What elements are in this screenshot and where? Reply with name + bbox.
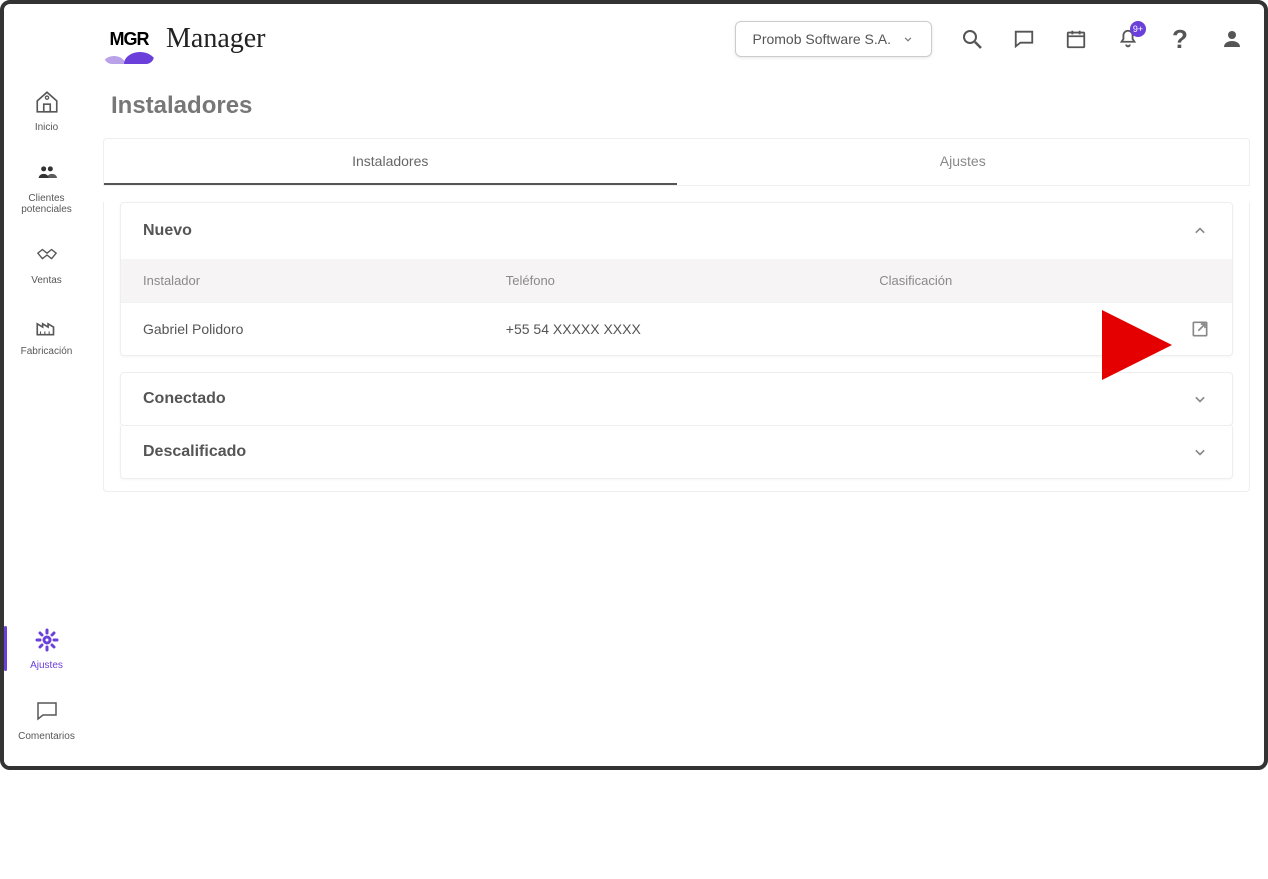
calendar-icon[interactable]	[1064, 27, 1088, 51]
section-descalificado-header[interactable]: Descalificado	[121, 426, 1232, 478]
sidebar-item-label: Inicio	[35, 122, 58, 133]
sidebar: Inicio Clientes potenciales Ventas Fabri…	[4, 74, 89, 766]
section-title: Nuevo	[143, 222, 192, 240]
search-icon[interactable]	[960, 27, 984, 51]
factory-icon	[33, 312, 61, 340]
col-phone: Teléfono	[506, 273, 879, 288]
page-title: Instaladores	[111, 92, 1250, 120]
tab-instaladores[interactable]: Instaladores	[104, 139, 677, 185]
chat-icon[interactable]	[1012, 27, 1036, 51]
sidebar-item-label: Ventas	[31, 275, 62, 286]
sidebar-item-clientes[interactable]: Clientes potenciales	[4, 155, 89, 219]
table-header: Instalador Teléfono Clasificación	[121, 259, 1232, 302]
section-nuevo-header[interactable]: Nuevo	[121, 203, 1232, 259]
sidebar-item-inicio[interactable]: Inicio	[4, 84, 89, 137]
leads-icon	[33, 159, 61, 187]
app-logo: MGR	[104, 14, 154, 64]
section-title: Descalificado	[143, 443, 246, 461]
section-descalificado: Descalificado	[120, 426, 1233, 479]
profile-icon[interactable]	[1220, 27, 1244, 51]
company-selector[interactable]: Promob Software S.A.	[735, 21, 932, 57]
company-label: Promob Software S.A.	[752, 31, 891, 47]
main-content: Instaladores Instaladores Ajustes Nuevo …	[89, 74, 1264, 766]
app-frame: MGR Manager Promob Software S.A.	[0, 0, 1268, 770]
section-conectado: Conectado	[120, 372, 1233, 426]
handshake-icon	[33, 241, 61, 269]
open-external-icon[interactable]	[1190, 319, 1210, 339]
section-title: Conectado	[143, 390, 226, 408]
sidebar-item-label: Fabricación	[21, 346, 73, 357]
notification-badge: 9+	[1130, 21, 1146, 37]
help-icon[interactable]: ?	[1168, 27, 1192, 51]
cell-phone: +55 54 XXXXX XXXX	[506, 321, 879, 337]
comments-icon	[33, 697, 61, 725]
section-conectado-header[interactable]: Conectado	[121, 373, 1232, 425]
col-installer: Instalador	[143, 273, 506, 288]
sidebar-item-comentarios[interactable]: Comentarios	[4, 693, 89, 746]
section-nuevo: Nuevo Instalador Teléfono Clasificación …	[120, 202, 1233, 356]
tabs: Instaladores Ajustes	[103, 138, 1250, 186]
chevron-down-icon	[901, 32, 915, 46]
sidebar-item-ajustes[interactable]: Ajustes	[4, 622, 89, 675]
app-title: Manager	[166, 23, 266, 55]
home-icon	[33, 88, 61, 116]
chevron-down-icon	[1190, 442, 1210, 462]
sidebar-item-ventas[interactable]: Ventas	[4, 237, 89, 290]
header-icons: 9+ ?	[960, 27, 1244, 51]
header-bar: MGR Manager Promob Software S.A.	[4, 4, 1264, 74]
sidebar-item-label: Comentarios	[18, 731, 75, 742]
logo-text: MGR	[110, 29, 149, 50]
chevron-down-icon	[1190, 389, 1210, 409]
cell-name: Gabriel Polidoro	[143, 321, 506, 337]
sidebar-item-label: Clientes potenciales	[4, 193, 89, 215]
logo-blob	[104, 48, 154, 64]
col-classification: Clasificación	[879, 273, 1150, 288]
gear-icon	[33, 626, 61, 654]
panel: Nuevo Instalador Teléfono Clasificación …	[103, 202, 1250, 492]
sidebar-item-fabricacion[interactable]: Fabricación	[4, 308, 89, 361]
tab-ajustes[interactable]: Ajustes	[677, 139, 1250, 185]
sidebar-item-label: Ajustes	[30, 660, 63, 671]
table-row: Gabriel Polidoro +55 54 XXXXX XXXX	[121, 302, 1232, 355]
chevron-up-icon	[1190, 221, 1210, 241]
notifications-icon[interactable]: 9+	[1116, 27, 1140, 51]
